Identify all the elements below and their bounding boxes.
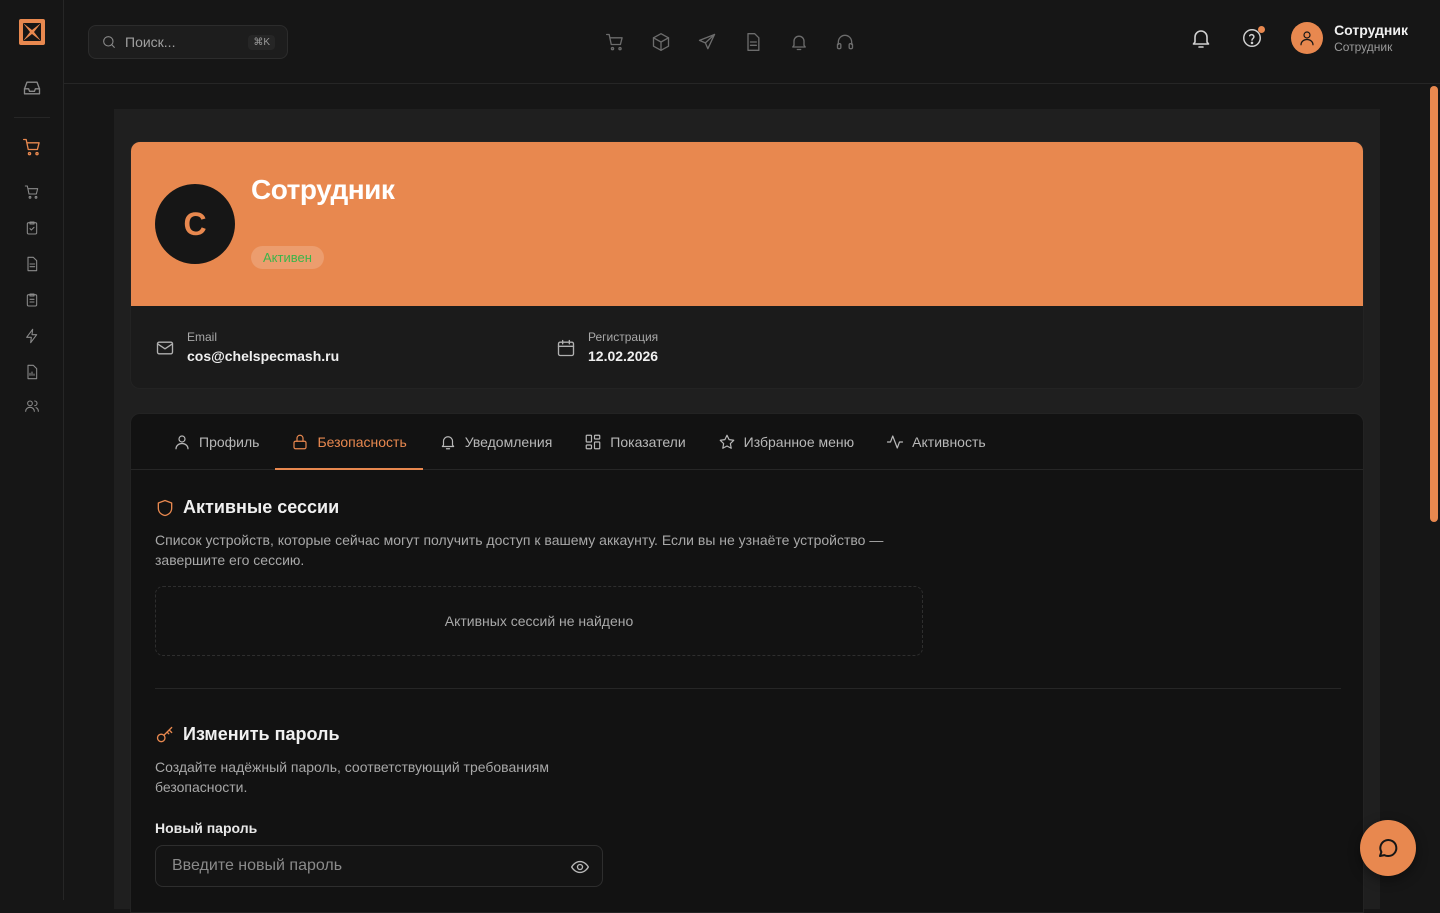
user-avatar[interactable] <box>1291 22 1324 54</box>
top-nav-bell-icon[interactable] <box>789 32 809 52</box>
password-title: Изменить пароль <box>155 724 340 745</box>
key-icon <box>155 725 175 745</box>
status-badge: Активен <box>251 246 324 269</box>
search-placeholder: Поиск... <box>125 34 176 50</box>
sidebar-orders-icon[interactable] <box>0 184 64 200</box>
tabs-bar: Профиль Безопасность Уведомления Показат… <box>131 414 1363 470</box>
tab-notifications[interactable]: Уведомления <box>423 414 569 469</box>
activity-icon <box>886 433 904 451</box>
sessions-description: Список устройств, которые сейчас могут п… <box>155 532 884 568</box>
sidebar-cart-icon[interactable] <box>0 137 64 157</box>
sidebar-document-icon[interactable] <box>0 256 64 272</box>
mail-icon <box>155 338 175 358</box>
email-value: cos@chelspecmash.ru <box>187 348 340 364</box>
top-nav <box>605 32 855 52</box>
chat-button[interactable] <box>1360 820 1416 876</box>
chat-bubble-icon <box>1376 836 1400 860</box>
user-info[interactable]: Сотрудник Сотрудник <box>1334 22 1408 54</box>
tab-notifications-label: Уведомления <box>464 433 553 450</box>
help-notification-dot <box>1258 26 1266 33</box>
bell-icon <box>439 433 457 451</box>
search-box[interactable]: Поиск... ⌘K <box>88 25 288 59</box>
password-title-text: Изменить пароль <box>183 724 340 744</box>
top-nav-document-icon[interactable] <box>743 32 763 52</box>
tab-favorites[interactable]: Избранное меню <box>702 414 870 469</box>
tab-profile-label: Профиль <box>199 433 260 450</box>
new-password-input[interactable] <box>155 845 603 887</box>
logo-icon[interactable] <box>18 18 46 46</box>
settings-card: Профиль Безопасность Уведомления Показат… <box>130 413 1364 913</box>
calendar-icon <box>556 338 576 358</box>
top-nav-send-icon[interactable] <box>697 32 717 52</box>
search-icon <box>101 34 117 50</box>
profile-name: Сотрудник <box>251 174 395 205</box>
user-icon <box>173 433 191 451</box>
scrollbar-thumb[interactable] <box>1430 86 1438 522</box>
user-name: Сотрудник <box>1334 22 1408 38</box>
email-label: Email <box>187 330 218 344</box>
tab-profile[interactable]: Профиль <box>157 414 275 469</box>
tab-activity[interactable]: Активность <box>870 414 1002 469</box>
sidebar-report-icon[interactable] <box>0 364 64 380</box>
notifications-bell-icon[interactable] <box>1189 26 1213 50</box>
grid-icon <box>584 433 602 451</box>
sidebar-clipboard-list-icon[interactable] <box>0 292 64 308</box>
sessions-title-text: Активные сессии <box>183 497 340 517</box>
new-password-label: Новый пароль <box>155 820 258 836</box>
help-icon[interactable] <box>1241 26 1266 49</box>
tab-metrics-label: Показатели <box>610 433 686 450</box>
tab-security[interactable]: Безопасность <box>275 414 424 470</box>
profile-avatar: С <box>155 184 235 264</box>
top-nav-box-icon[interactable] <box>651 32 671 52</box>
sessions-empty-state: Активных сессий не найдено <box>155 586 923 656</box>
email-info: Email cos@chelspecmash.ru <box>155 330 339 364</box>
registration-label: Регистрация <box>588 330 659 344</box>
sidebar-clipboard-check-icon[interactable] <box>0 220 64 236</box>
top-nav-cart-icon[interactable] <box>605 32 625 52</box>
sidebar <box>0 0 64 900</box>
profile-banner: С Сотрудник Активен <box>131 142 1363 306</box>
tab-favorites-label: Избранное меню <box>743 433 855 450</box>
sessions-title: Активные сессии <box>155 497 339 518</box>
sidebar-users-icon[interactable] <box>0 398 64 414</box>
search-shortcut: ⌘K <box>248 34 275 50</box>
section-divider <box>155 688 1341 689</box>
eye-icon[interactable] <box>570 857 590 877</box>
top-right: Сотрудник Сотрудник <box>1189 22 1408 54</box>
star-icon <box>718 433 736 451</box>
password-description: Создайте надёжный пароль, соответствующи… <box>155 759 550 795</box>
tab-activity-label: Активность <box>912 433 986 450</box>
user-role: Сотрудник <box>1334 40 1393 54</box>
tab-metrics[interactable]: Показатели <box>568 414 701 469</box>
shield-icon <box>155 498 175 518</box>
sidebar-inbox-icon[interactable] <box>0 78 64 98</box>
profile-header-card: С Сотрудник Активен Email cos@chelspecma… <box>130 141 1364 389</box>
sidebar-divider <box>14 117 50 118</box>
sidebar-lightning-icon[interactable] <box>0 328 64 344</box>
topbar: Поиск... ⌘K Сотрудник Сотрудник <box>64 0 1440 84</box>
registration-info: Регистрация 12.02.2026 <box>556 330 658 364</box>
registration-value: 12.02.2026 <box>588 348 659 364</box>
lock-icon <box>291 433 309 451</box>
tab-security-label: Безопасность <box>317 433 407 450</box>
top-nav-headset-icon[interactable] <box>835 32 855 52</box>
